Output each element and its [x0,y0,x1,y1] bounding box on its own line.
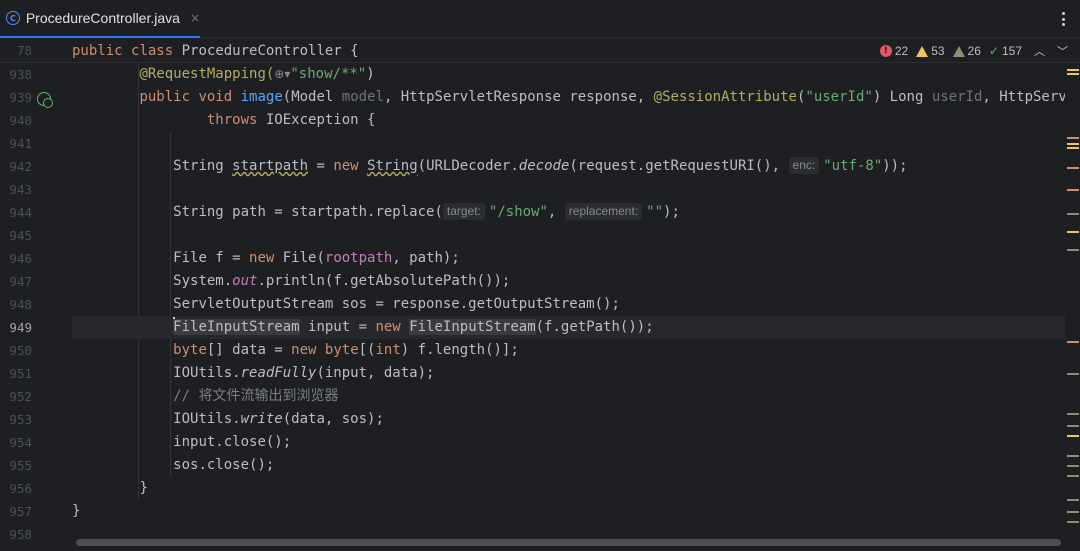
line-number: 947 [9,274,32,289]
weak-warning-mark[interactable] [1067,213,1079,215]
line-number: 946 [9,251,32,266]
warning-mark[interactable] [1067,341,1079,343]
warning-mark[interactable] [1067,189,1079,191]
line-number: 955 [9,458,32,473]
weak-warning-mark[interactable] [1067,475,1079,477]
weak-warning-mark[interactable] [1067,499,1079,501]
weak-warning-mark[interactable] [1067,465,1079,467]
inspection-widget[interactable]: ! 22 53 26 ✓ 157 ︿ ﹀ [872,39,1068,63]
line-number: 957 [9,504,32,519]
line-number: 942 [9,159,32,174]
sticky-code-line: public class ProcedureController { [72,43,359,59]
line-number: 939 [9,90,32,105]
check-icon: ✓ [988,44,999,58]
line-number: 954 [9,435,32,450]
weak-warning-mark[interactable] [1067,511,1079,513]
horizontal-scrollbar[interactable] [72,537,1065,547]
param-hint-replacement: replacement: [564,203,643,220]
param-hint-target: target: [442,203,485,220]
error-icon: ! [879,45,892,57]
warning-mark[interactable] [1067,143,1079,145]
code-line-948: ServletOutputStream sos = response.getOu… [173,296,620,312]
code-line-957: } [72,503,81,519]
line-number: 941 [9,136,32,151]
code-area[interactable]: @RequestMapping(⊕▾"show/**") public void… [72,39,1065,539]
line-number: 944 [9,205,32,220]
code-line-940: throws IOException { [206,112,376,128]
weak-warnings-indicator[interactable]: 26 [952,44,981,58]
code-line-952: // 将文件流输出到浏览器 [173,388,339,404]
warning-mark[interactable] [1067,167,1079,169]
line-number: 945 [9,228,32,243]
line-number: 951 [9,366,32,381]
code-line-953: IOUtils.write(data, sos); [173,411,384,427]
weak-warning-mark[interactable] [1067,521,1079,523]
chevron-up-icon[interactable]: ︿ [1034,43,1045,59]
param-hint-enc: enc: [788,157,820,174]
warning-mark[interactable] [1067,435,1079,437]
weak-warning-icon [952,45,965,57]
tab-procedure-controller[interactable]: C ProcedureController.java × [0,0,200,38]
weak-warning-mark[interactable] [1067,249,1079,251]
code-editor[interactable]: 938 939 940 941 942 943 944 945 946 947 … [0,39,1080,551]
line-number: 940 [9,113,32,128]
warning-mark[interactable] [1067,137,1079,139]
line-number: 943 [9,182,32,197]
weak-warning-mark[interactable] [1067,455,1079,457]
weak-warning-mark[interactable] [1067,413,1079,415]
error-stripe[interactable] [1065,63,1080,539]
line-number: 958 [9,527,32,542]
sticky-line-number: 78 [16,43,32,58]
typo-indicator[interactable]: ✓ 157 [989,44,1022,58]
code-line-950: byte[] data = new byte[(int) f.length()]… [173,342,519,358]
line-number-current: 949 [9,320,32,335]
weak-warning-mark[interactable] [1067,425,1079,427]
line-number: 938 [9,67,32,82]
warning-mark[interactable] [1067,73,1079,75]
code-line-939: public void image(Model model, HttpServl… [139,89,1065,105]
tab-label: ProcedureController.java [25,10,180,26]
warning-mark[interactable] [1067,69,1079,71]
errors-indicator[interactable]: ! 22 [879,44,908,58]
code-line-956: } [139,480,148,496]
line-number: 950 [9,343,32,358]
code-line-942: String startpath = new String(URLDecoder… [173,157,908,174]
globe-icon[interactable]: ⊕▾ [274,67,290,81]
code-line-951: IOUtils.readFully(input, data); [173,365,435,381]
gutter: 938 939 940 941 942 943 944 945 946 947 … [0,39,72,551]
warning-icon [916,45,929,57]
close-icon[interactable]: × [190,11,200,25]
line-number: 952 [9,389,32,404]
editor-tab-bar: C ProcedureController.java × [0,0,1080,38]
sticky-scope-header[interactable]: 78 public class ProcedureController { ! 2… [0,39,1080,63]
code-line-944: String path = startpath.replace(target: "… [173,203,680,220]
weak-warning-mark[interactable] [1067,373,1079,375]
line-number: 948 [9,297,32,312]
code-line-954: input.close(); [173,434,292,450]
code-line-947: System.out.println(f.getAbsolutePath()); [173,273,511,289]
warnings-indicator[interactable]: 53 [916,44,945,58]
code-line-946: File f = new File(rootpath, path); [173,250,460,266]
line-number: 953 [9,412,32,427]
code-line-949-current: FileInputStream input = new FileInputStr… [72,316,1065,339]
line-number: 956 [9,481,32,496]
code-line-955: sos.close(); [173,457,275,473]
more-options-icon[interactable] [1058,10,1068,28]
warning-mark[interactable] [1067,231,1079,233]
class-icon: C [6,11,20,25]
request-mapping-gutter-icon[interactable] [37,92,53,108]
warning-mark[interactable] [1067,147,1079,149]
code-line-938: @RequestMapping(⊕▾"show/**") [139,66,375,82]
chevron-down-icon[interactable]: ﹀ [1057,43,1068,59]
scrollbar-thumb[interactable] [76,539,1061,546]
